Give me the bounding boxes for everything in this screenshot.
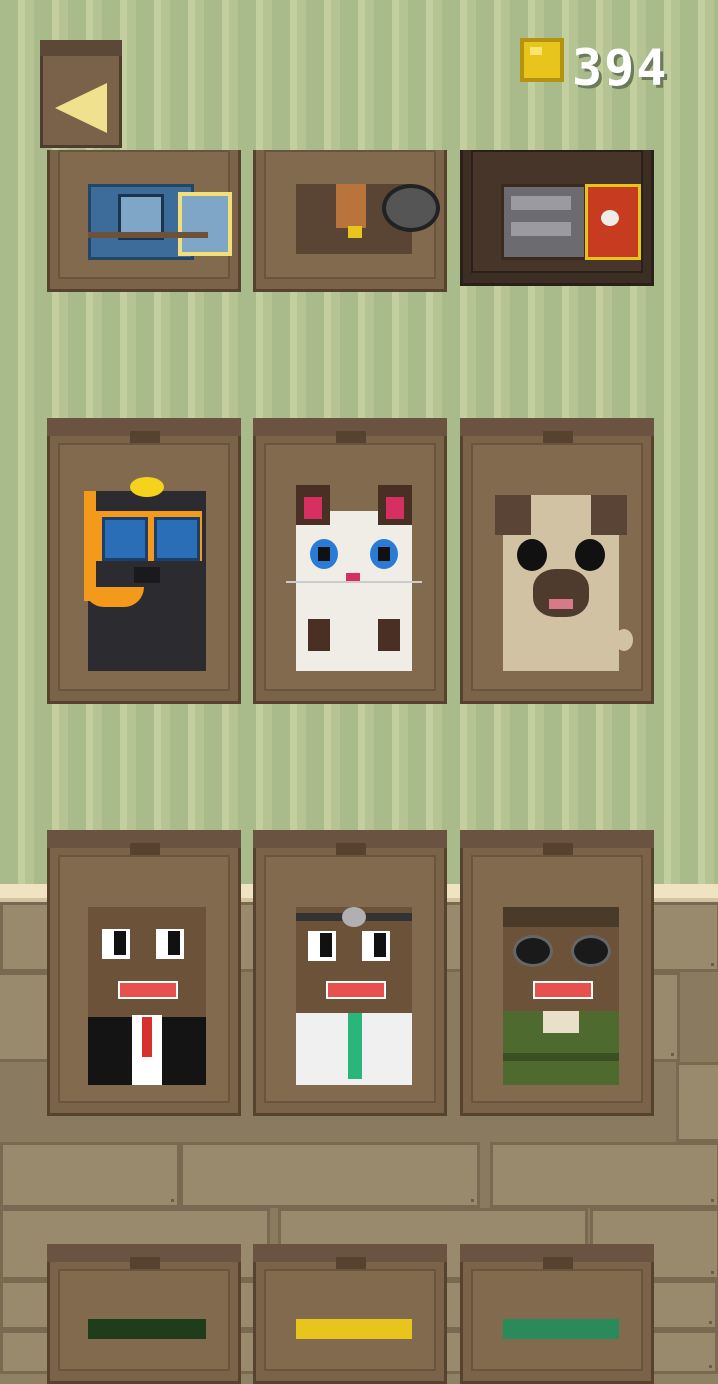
character-card-gold-hat[interactable] (253, 1244, 447, 1384)
green-hat-character-icon (88, 1319, 206, 1339)
businessman-character-icon (88, 907, 206, 1085)
gold-hat-character-icon (296, 1319, 412, 1339)
character-card-doctor[interactable] (253, 830, 447, 1116)
pug-character-icon (495, 495, 633, 671)
roman-character-icon (501, 184, 641, 260)
crown-character-icon (503, 1319, 619, 1339)
pilot-character-icon (503, 907, 619, 1085)
character-card-roman[interactable] (460, 150, 654, 286)
character-card-green-hat[interactable] (47, 1244, 241, 1384)
character-card-diver[interactable] (47, 418, 241, 704)
cat-character-icon (286, 485, 422, 671)
pirate-character-icon (296, 184, 440, 254)
character-card-businessman[interactable] (47, 830, 241, 1116)
doctor-character-icon (296, 907, 412, 1085)
character-card-cat[interactable] (253, 418, 447, 704)
back-arrow-icon (55, 83, 107, 133)
diver-character-icon (84, 477, 206, 671)
coin-count: 394 (572, 39, 669, 97)
coin-icon (520, 38, 564, 82)
character-card-pilot[interactable] (460, 830, 654, 1116)
character-card-pirate[interactable] (253, 150, 447, 292)
character-card-knight[interactable] (47, 150, 241, 292)
character-card-pug[interactable] (460, 418, 654, 704)
knight-character-icon (88, 184, 238, 260)
back-button[interactable] (40, 40, 122, 148)
character-card-crown[interactable] (460, 1244, 654, 1384)
